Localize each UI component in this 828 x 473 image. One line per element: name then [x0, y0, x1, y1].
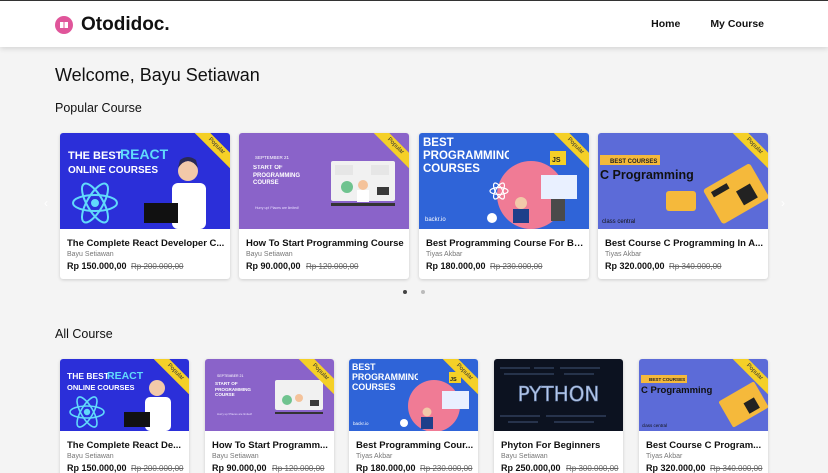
course-author: Tiyas Akbar: [426, 251, 463, 258]
nav-my-course-link[interactable]: My Course: [710, 18, 764, 30]
brand-logo[interactable]: Otodidoc.: [55, 14, 170, 36]
course-thumbnail-c-programming: BEST COURSES C Programming class central…: [639, 359, 768, 431]
carousel-prev-arrow-icon[interactable]: ‹: [44, 196, 54, 210]
course-price: Rp 150.000,00: [67, 463, 127, 473]
course-thumbnail-c-programming: BEST COURSES C Programming class central…: [598, 133, 768, 229]
svg-text:Hurry up! Places are limited!: Hurry up! Places are limited!: [217, 412, 252, 416]
carousel-dot-1[interactable]: [403, 290, 407, 294]
svg-text:class central: class central: [642, 423, 667, 428]
carousel-dot-2[interactable]: [421, 290, 425, 294]
svg-text:ONLINE COURSES: ONLINE COURSES: [68, 165, 158, 176]
course-thumbnail-python: PYTHON: [494, 359, 623, 431]
course-old-price: Rp 120.000,00: [272, 464, 325, 473]
popular-course-heading: Popular Course: [55, 101, 142, 115]
course-price: Rp 320.000,00: [646, 463, 706, 473]
carousel-dots: [403, 290, 425, 294]
brand-name: Otodidoc.: [81, 14, 170, 35]
all-course-heading: All Course: [55, 327, 113, 341]
course-old-price: Rp 230.000,00: [420, 464, 473, 473]
course-card[interactable]: SEPTEMBER 21 START OF PROGRAMMING COURSE…: [205, 359, 334, 473]
nav-links: Home My Course: [651, 18, 764, 30]
carousel-next-arrow-icon[interactable]: ›: [781, 196, 791, 210]
popular-course-card[interactable]: BEST PROGRAMMING COURSES JS backr.io Pop…: [419, 133, 589, 279]
popular-course-card[interactable]: SEPTEMBER 21 START OF PROGRAMMING COURSE…: [239, 133, 409, 279]
svg-text:THE BEST: THE BEST: [67, 371, 110, 381]
course-price: Rp 250.000,00: [501, 463, 561, 473]
course-title: The Complete React Developer C...: [67, 238, 225, 249]
course-card[interactable]: PYTHON Phyton For Beginners Bayu Setiawa…: [494, 359, 623, 473]
course-author: Bayu Setiawan: [67, 453, 114, 460]
course-thumbnail-start-programming: SEPTEMBER 21 START OF PROGRAMMING COURSE…: [239, 133, 409, 229]
svg-text:THE BEST: THE BEST: [68, 150, 123, 162]
svg-text:REACT: REACT: [120, 146, 169, 162]
top-navbar: Otodidoc. Home My Course: [0, 0, 828, 47]
course-price: Rp 90.000,00: [212, 463, 267, 473]
course-title: How To Start Programm...: [212, 440, 328, 451]
course-thumbnail-start-programming: SEPTEMBER 21 START OF PROGRAMMING COURSE…: [205, 359, 334, 431]
course-old-price: Rp 200.000,00: [131, 262, 184, 271]
svg-text:JS: JS: [552, 157, 561, 164]
course-author: Bayu Setiawan: [246, 251, 293, 258]
course-price: Rp 320.000,00: [605, 261, 665, 271]
svg-text:backr.io: backr.io: [425, 217, 446, 223]
svg-text:class central: class central: [602, 219, 635, 225]
nav-home-link[interactable]: Home: [651, 18, 680, 30]
course-author: Bayu Setiawan: [212, 453, 259, 460]
course-price: Rp 150.000,00: [67, 261, 127, 271]
course-author: Tiyas Akbar: [605, 251, 642, 258]
course-card[interactable]: THE BEST REACT ONLINE COURSES Popular Th…: [60, 359, 189, 473]
course-old-price: Rp 120.000,00: [306, 262, 359, 271]
course-old-price: Rp 300.000,00: [566, 464, 619, 473]
course-author: Bayu Setiawan: [501, 453, 548, 460]
course-card[interactable]: BEST PROGRAMMING COURSES JS backr.io Pop…: [349, 359, 478, 473]
course-old-price: Rp 340.000,00: [710, 464, 763, 473]
book-icon: [55, 16, 73, 34]
course-author: Tiyas Akbar: [646, 453, 683, 460]
svg-text:backr.io: backr.io: [353, 421, 369, 426]
svg-text:Hurry up! Places are limited!: Hurry up! Places are limited!: [255, 206, 299, 210]
svg-text:SEPTEMBER 21: SEPTEMBER 21: [255, 155, 290, 160]
svg-text:JS: JS: [450, 377, 457, 383]
course-title: The Complete React De...: [67, 440, 182, 451]
course-price: Rp 180.000,00: [356, 463, 416, 473]
course-card[interactable]: BEST COURSES C Programming class central…: [639, 359, 768, 473]
welcome-heading: Welcome, Bayu Setiawan: [55, 65, 260, 85]
course-thumbnail-react: THE BEST REACT ONLINE COURSES Popular: [60, 359, 189, 431]
svg-text:REACT: REACT: [107, 370, 144, 382]
svg-text:SEPTEMBER 21: SEPTEMBER 21: [217, 374, 244, 378]
svg-text:BEST COURSES: BEST COURSES: [649, 377, 685, 382]
course-thumbnail-best-programming: BEST PROGRAMMING COURSES JS backr.io Pop…: [349, 359, 478, 431]
svg-text:BEST COURSES: BEST COURSES: [610, 159, 657, 165]
course-title: How To Start Programming Course: [246, 238, 404, 249]
course-title: Best Course C Programming In A...: [605, 238, 763, 249]
course-thumbnail-react: THE BEST REACT ONLINE COURSES Popular: [60, 133, 230, 229]
svg-text:PYTHON: PYTHON: [518, 382, 600, 406]
course-title: Best Programming Cour...: [356, 440, 474, 451]
popular-course-card[interactable]: BEST COURSES C Programming class central…: [598, 133, 768, 279]
svg-text:C Programming: C Programming: [600, 168, 694, 182]
course-price: Rp 180.000,00: [426, 261, 486, 271]
course-author: Bayu Setiawan: [67, 251, 114, 258]
svg-text:C Programming: C Programming: [641, 385, 712, 396]
course-thumbnail-best-programming: BEST PROGRAMMING COURSES JS backr.io Pop…: [419, 133, 589, 229]
course-old-price: Rp 200.000,00: [131, 464, 184, 473]
course-author: Tiyas Akbar: [356, 453, 393, 460]
svg-text:ONLINE COURSES: ONLINE COURSES: [67, 383, 135, 392]
course-title: Phyton For Beginners: [501, 440, 601, 451]
popular-course-card[interactable]: THE BEST REACT ONLINE COURSES Popular Th…: [60, 133, 230, 279]
course-old-price: Rp 230.000,00: [490, 262, 543, 271]
course-old-price: Rp 340.000,00: [669, 262, 722, 271]
course-price: Rp 90.000,00: [246, 261, 301, 271]
course-title: Best Course C Program...: [646, 440, 762, 451]
course-title: Best Programming Course For Be...: [426, 238, 584, 249]
